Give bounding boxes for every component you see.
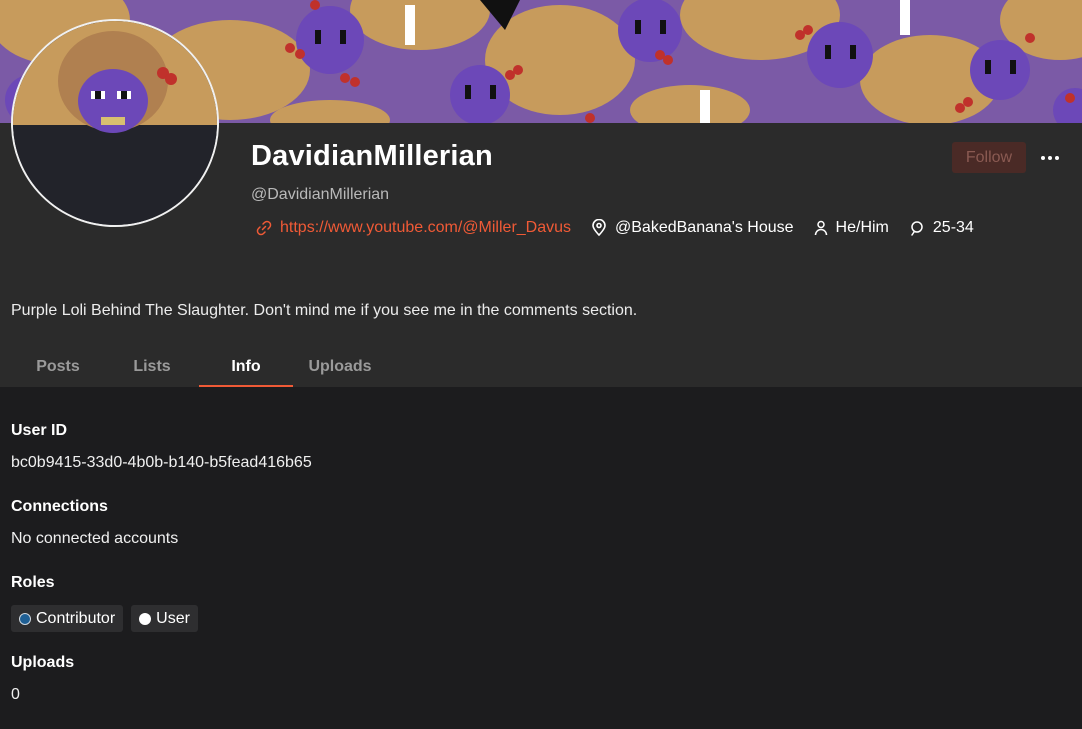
info-panel: User ID bc0b9415-33d0-4b0b-b140-b5fead41…: [11, 421, 312, 729]
tab-lists[interactable]: Lists: [105, 351, 199, 387]
uploads-section: Uploads 0: [11, 653, 312, 705]
avatar[interactable]: [11, 19, 219, 227]
connections-section: Connections No connected accounts: [11, 497, 312, 549]
tab-info[interactable]: Info: [199, 351, 293, 387]
role-color-dot: [19, 612, 31, 625]
user-handle: @DavidianMillerian: [251, 186, 390, 203]
user-id-section: User ID bc0b9415-33d0-4b0b-b140-b5fead41…: [11, 421, 312, 473]
location-text: @BakedBanana's House: [615, 219, 794, 236]
person-icon: [814, 220, 827, 236]
user-id-value: bc0b9415-33d0-4b0b-b140-b5fead416b65: [11, 454, 312, 471]
link-icon: [256, 220, 272, 236]
role-color-dot: [139, 612, 152, 625]
roles-section: Roles Contributor User: [11, 573, 312, 632]
pronouns-text: He/Him: [835, 219, 889, 236]
roles-title: Roles: [11, 574, 55, 591]
age-range: 25-34: [909, 219, 974, 237]
follow-button[interactable]: Follow: [952, 142, 1026, 173]
uploads-title: Uploads: [11, 654, 75, 671]
role-label: User: [156, 609, 190, 627]
website-link-text[interactable]: https://www.youtube.com/@Miller_Davus: [280, 219, 571, 237]
more-options-button[interactable]: [1036, 144, 1064, 172]
connections-value: No connected accounts: [11, 530, 179, 547]
location: @BakedBanana's House: [591, 219, 794, 237]
website-link[interactable]: https://www.youtube.com/@Miller_Davus: [256, 219, 571, 237]
role-badge-user: User: [131, 605, 198, 632]
user-id-title: User ID: [11, 422, 68, 439]
connections-title: Connections: [11, 498, 108, 515]
profile-meta-row: https://www.youtube.com/@Miller_Davus @B…: [256, 216, 994, 240]
profile-bio: Purple Loli Behind The Slaughter. Don't …: [11, 302, 638, 319]
profile-tabs: Posts Lists Info Uploads: [11, 351, 387, 387]
age-icon: [911, 221, 923, 236]
role-label: Contributor: [36, 609, 116, 627]
tab-uploads[interactable]: Uploads: [293, 351, 387, 387]
tab-posts[interactable]: Posts: [11, 351, 105, 387]
age-range-text: 25-34: [932, 219, 974, 236]
roles-list: Contributor User: [11, 605, 312, 632]
role-badge-contributor: Contributor: [11, 605, 124, 632]
pronouns: He/Him: [814, 219, 889, 237]
uploads-value: 0: [11, 686, 20, 703]
display-name: DavidianMillerian: [251, 140, 493, 172]
more-dots-icon: [1041, 156, 1059, 160]
location-pin-icon: [592, 219, 606, 237]
